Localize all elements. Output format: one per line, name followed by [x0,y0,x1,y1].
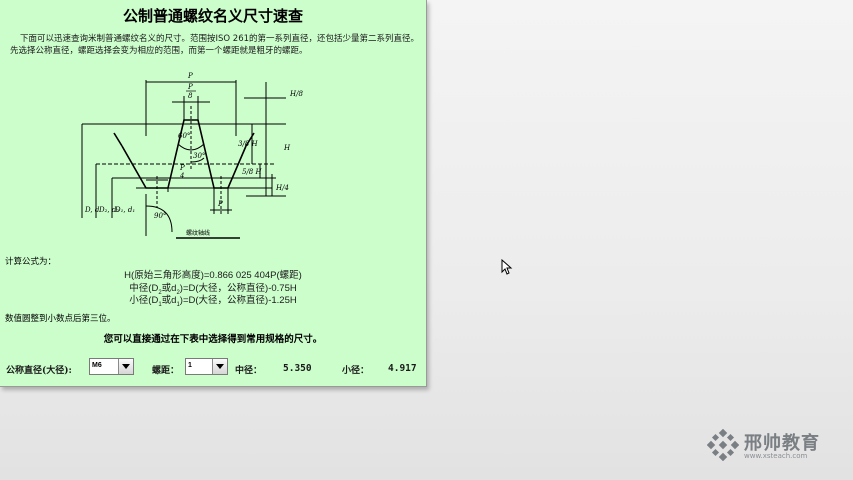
label-3-8h: 3/8 H [238,140,258,148]
chevron-down-icon [216,364,224,369]
mouse-cursor-icon [501,259,513,275]
label-thread-axis: 螺纹轴线 [186,229,210,237]
pitch-diameter-label: 中径： [235,366,263,376]
label-p4b: P [217,200,223,208]
label-90: 90° [154,212,166,220]
label-h4: H/4 [275,184,289,192]
minor-diameter-value: 4.917 [388,363,417,374]
label-5-8h: 5/8 H [242,168,262,176]
label-d: D, d [84,206,100,214]
label-p8-num: P [187,83,193,91]
label-p4-num: P [179,164,185,172]
selection-hint: 您可以直接通过在下表中选择得到常用规格的尺寸。 [103,334,323,345]
rounding-note: 数值圆整到小数点后第三位。 [5,314,116,324]
minor-diameter-label: 小径： [342,366,370,376]
xsteach-logo-icon [706,428,740,462]
label-h8: H/8 [289,90,303,98]
pitch-label: 螺距： [152,366,180,376]
formula-heading: 计算公式为： [5,257,57,267]
chevron-down-icon [122,364,130,369]
label-p: P [187,72,193,80]
label-h: H [283,144,291,152]
nominal-diameter-value: M6 [92,362,102,369]
pitch-dropdown-button[interactable] [212,359,227,374]
nominal-diameter-label: 公称直径(大径): [6,366,72,376]
profile-left-edge [113,132,123,147]
watermark-url: www.xsteach.com [744,452,808,460]
nominal-diameter-dropdown[interactable]: M6 [89,358,134,375]
nominal-dropdown-button[interactable] [118,359,133,374]
formula-minor-diameter: 小径(D1或d1)=D(大径，公称直径)-1.25H [129,295,297,308]
pitch-diameter-value: 5.350 [283,363,312,374]
label-p4-den: 4 [179,172,184,180]
pitch-dropdown[interactable]: 1 [185,358,228,375]
formula-height: H(原始三角形高度)=0.866 025 404P(螺距) [124,270,302,281]
excel-worksheet-panel: 公制普通螺纹名义尺寸速查 下面可以迅速查询米制普通螺纹名义的尺寸。范围按ISO … [0,0,427,387]
intro-text-content: 下面可以迅速查询米制普通螺纹名义的尺寸。范围按ISO 261的第一系列直径，还包… [10,34,420,56]
thread-profile-diagram: P P 8 60° 30° P 4 P H/8 3/8 H 5/8 H H H/… [81,72,303,239]
watermark: 邢帅教育 www.xsteach.com [706,428,819,465]
label-30: 30° [193,152,205,160]
label-60: 60° [178,132,190,140]
label-p8-den: 8 [188,92,193,100]
sheet-title: 公制普通螺纹名义尺寸速查 [122,7,303,25]
pitch-value: 1 [188,362,192,369]
label-d1: D₁, d₁ [114,206,135,214]
intro-text: 下面可以迅速查询米制普通螺纹名义的尺寸。范围按ISO 261的第一系列直径，还包… [10,33,420,57]
